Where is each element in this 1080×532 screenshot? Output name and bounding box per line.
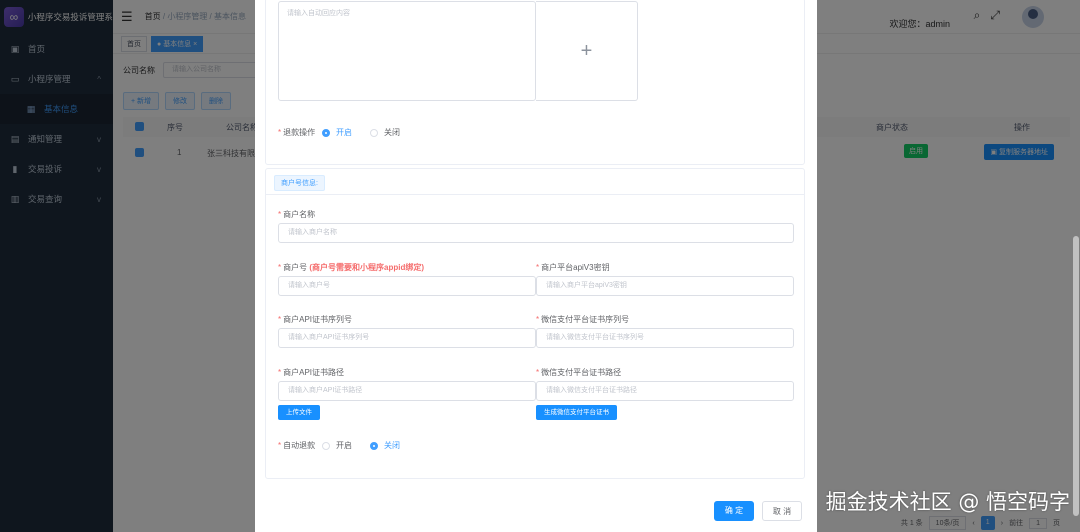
- radio-dot: [370, 128, 378, 137]
- apiv3-key-input[interactable]: 请输入商户平台apiV3密钥: [536, 276, 794, 296]
- auto-refund-off-radio[interactable]: 关闭: [370, 440, 400, 451]
- refund-label: * 退款操作: [278, 128, 316, 137]
- auto-refund-label: * 自动退款: [278, 441, 316, 450]
- watermark: 掘金技术社区 @ 悟空码字: [825, 490, 1070, 514]
- wx-cert-path-input[interactable]: 请输入微信支付平台证书路径: [536, 381, 794, 401]
- plus-icon: +: [580, 39, 593, 62]
- cancel-button[interactable]: 取 消: [762, 501, 802, 521]
- section-title: 商户号信息:: [274, 175, 325, 191]
- cert-path-input[interactable]: 请输入商户API证书路径: [278, 381, 536, 401]
- radio-dot: [322, 128, 330, 137]
- auto-reply-textarea[interactable]: 请输入自动回应内容: [278, 1, 536, 101]
- merchant-card: 商户号信息: * 商户名称 请输入商户名称 * 商户号 (商户号需要和小程序appi…: [265, 168, 805, 479]
- wx-cert-serial-input[interactable]: 请输入微信支付平台证书序列号: [536, 328, 794, 348]
- merchant-id-input[interactable]: 请输入商户号: [278, 276, 536, 296]
- cert-path-label: * 商户API证书路径: [278, 368, 345, 377]
- cert-serial-label: * 商户API证书序列号: [278, 315, 353, 324]
- refund-on-radio[interactable]: 开启: [322, 127, 352, 138]
- generate-cert-button[interactable]: 生成微信支付平台证书: [536, 405, 617, 420]
- merchant-id-label: * 商户号 (商户号需要和小程序appid绑定): [278, 263, 425, 272]
- apiv3-key-label: * 商户平台apiV3密钥: [536, 263, 610, 272]
- radio-dot: [370, 441, 378, 450]
- wx-cert-serial-label: * 微信支付平台证书序列号: [536, 315, 630, 324]
- divider: [266, 194, 804, 195]
- reply-card: 请输入自动回应内容 + * 退款操作 开启 关闭: [265, 0, 805, 165]
- edit-dialog: 请输入自动回应内容 + * 退款操作 开启 关闭 商户号信息: * 商户名称 请输入…: [255, 0, 817, 532]
- refund-off-radio[interactable]: 关闭: [370, 127, 400, 138]
- cert-serial-input[interactable]: 请输入商户API证书序列号: [278, 328, 536, 348]
- image-upload[interactable]: +: [536, 1, 638, 101]
- radio-dot: [322, 441, 330, 450]
- wx-cert-path-label: * 微信支付平台证书路径: [536, 368, 622, 377]
- merchant-name-label: * 商户名称: [278, 210, 316, 219]
- scrollbar[interactable]: [1073, 236, 1079, 516]
- upload-file-button[interactable]: 上传文件: [278, 405, 320, 420]
- merchant-name-input[interactable]: 请输入商户名称: [278, 223, 794, 243]
- confirm-button[interactable]: 确 定: [714, 501, 754, 521]
- auto-refund-on-radio[interactable]: 开启: [322, 440, 352, 451]
